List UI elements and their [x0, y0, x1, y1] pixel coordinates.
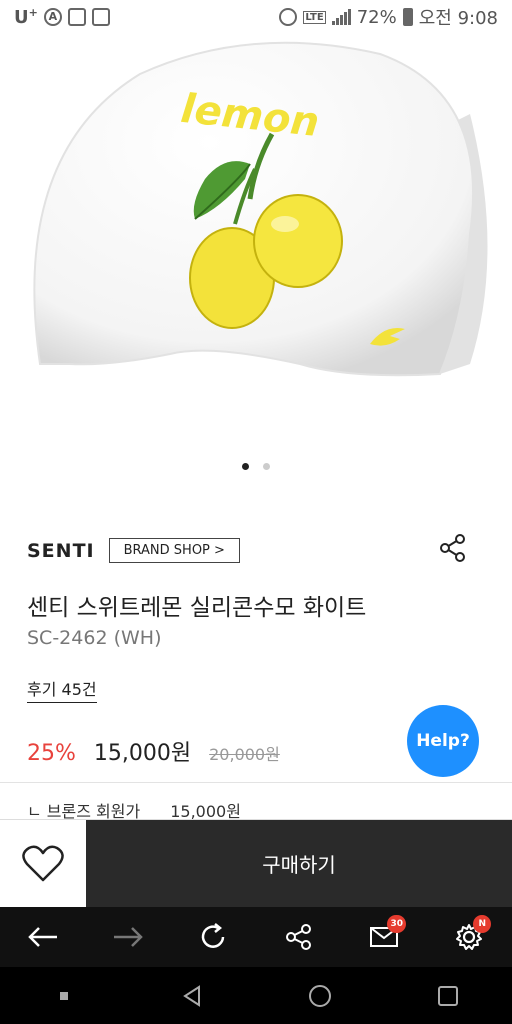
product-model: SC-2462 (WH) [27, 627, 162, 649]
overview-button[interactable] [428, 976, 468, 1016]
battery-icon [402, 8, 413, 26]
wishlist-button[interactable] [0, 820, 86, 908]
settings-badge: N [473, 915, 492, 933]
browser-toolbar: 30 N [0, 907, 512, 967]
recent-dot-button[interactable] [44, 976, 84, 1016]
home-button[interactable] [300, 976, 340, 1016]
mail-badge: 30 [387, 915, 406, 933]
buy-button[interactable]: 구매하기 [86, 820, 512, 907]
settings-button[interactable]: N [449, 915, 492, 957]
discount-rate: 25% [27, 741, 76, 766]
auto-icon: A [43, 8, 62, 26]
product-title: 센티 스위트레몬 실리콘수모 화이트 [27, 595, 367, 621]
sale-price: 15,000원 [93, 741, 192, 766]
image-icon [67, 8, 86, 26]
mail-button[interactable]: 30 [364, 915, 406, 957]
help-button[interactable]: Help? [407, 705, 479, 777]
refresh-button[interactable] [193, 917, 233, 957]
battery-save-icon [91, 8, 110, 26]
share-icon [285, 924, 311, 950]
triangle-back-icon [183, 984, 200, 1007]
network-label: LTE [303, 10, 326, 24]
arrow-right-icon [113, 927, 143, 947]
system-back-button[interactable] [172, 976, 212, 1016]
refresh-icon [202, 923, 225, 948]
status-bar: U+ A LTE 72% 오전 9:08 [0, 0, 512, 34]
arrow-left-icon [27, 927, 57, 947]
brand-name[interactable]: SENTI [27, 540, 95, 562]
carrier-label: U+ [14, 6, 38, 28]
back-button[interactable] [23, 917, 63, 957]
share-icon [440, 534, 465, 562]
alarm-icon [279, 8, 298, 26]
browser-share-button[interactable] [279, 917, 319, 957]
brand-row: SENTI BRAND SHOP > [27, 538, 472, 563]
share-button[interactable] [438, 533, 468, 563]
help-button-label: Help? [416, 731, 470, 751]
home-circle-icon [309, 984, 331, 1007]
forward-button[interactable] [108, 917, 148, 957]
action-bar: 구매하기 [0, 819, 512, 908]
square-overview-icon [438, 985, 458, 1006]
pagination-dot[interactable] [263, 463, 270, 470]
signal-icon [331, 9, 351, 25]
clock: 오전 9:08 [418, 8, 498, 29]
gallery-pagination [0, 463, 512, 470]
divider [0, 782, 512, 783]
battery-percent: 72% [356, 6, 397, 28]
price-row: 25% 15,000원 20,000원 [27, 735, 280, 767]
system-nav-bar [0, 967, 512, 1024]
review-link[interactable]: 후기 45건 [27, 676, 97, 703]
swim-cap-illustration: lemon [33, 41, 488, 377]
heart-icon [22, 845, 64, 882]
original-price: 20,000원 [209, 745, 280, 764]
product-image[interactable]: lemon [0, 34, 512, 490]
square-dot-icon [60, 991, 68, 1000]
brand-shop-button[interactable]: BRAND SHOP > [108, 538, 240, 563]
pagination-dot[interactable] [242, 463, 249, 470]
